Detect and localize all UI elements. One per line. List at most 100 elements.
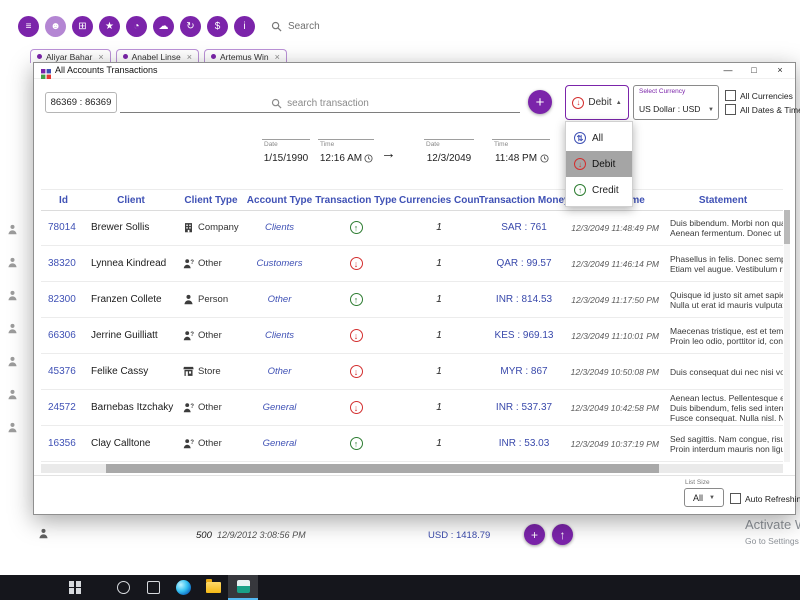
cell-client: Franzen Collete [91, 294, 162, 305]
cell-client-type: ? Other [176, 330, 246, 341]
menu-button[interactable]: ≡ [18, 15, 39, 37]
apps-button[interactable]: ⊞ [72, 15, 93, 37]
table-vertical-scrollbar[interactable] [784, 210, 790, 462]
list-size-value: All [693, 492, 704, 503]
tab-dot-icon [211, 54, 216, 59]
cell-transaction-money: INR : 537.37 [495, 402, 553, 413]
taskbar-start-icon[interactable] [60, 575, 90, 600]
tab-close-icon[interactable]: × [275, 52, 280, 62]
transaction-type-filter-button[interactable]: ↓ Debit ▲ [565, 85, 629, 120]
taskbar-task-view-icon[interactable] [138, 575, 168, 600]
scrollbar-thumb[interactable] [784, 210, 790, 244]
info-button[interactable]: i [234, 15, 255, 37]
cell-id[interactable]: 24572 [41, 402, 86, 413]
taskbar-file-explorer-icon[interactable] [198, 575, 228, 600]
background-money: USD : 1418.79 [428, 530, 491, 541]
maximize-button[interactable]: □ [741, 63, 767, 78]
tab-artemus-win[interactable]: Artemus Win × [204, 49, 287, 63]
contacts-button[interactable]: ☻ [45, 15, 66, 37]
cell-id[interactable]: 82300 [41, 294, 86, 305]
reports-button[interactable]: ◔ [126, 15, 147, 37]
dialog-titlebar: All Accounts Transactions — □ × [34, 63, 795, 79]
all-dates-checkbox[interactable]: All Dates & Times [725, 104, 800, 115]
cell-id[interactable]: 16356 [41, 438, 86, 449]
tab-aliyar-bahar[interactable]: Aliyar Bahar × [30, 49, 111, 63]
cell-transaction-type: ↑ [313, 221, 399, 234]
cell-statement: Aenean lectus. Pellentesque ege Duis bibe… [670, 392, 783, 423]
transaction-row[interactable]: 78014 Brewer Sollis Company Clients ↑ 1 SAR : … [41, 210, 783, 246]
transaction-row[interactable]: 38320 Lynnea Kindread ? Other Customers ↓ 1 QAR… [41, 246, 783, 282]
to-time-field[interactable]: Time 11:48 PM [492, 139, 550, 168]
cell-client-type: Person [176, 294, 246, 305]
all-currencies-checkbox[interactable]: All Currencies [725, 90, 793, 101]
background-left-strip [7, 222, 33, 433]
currency-select[interactable]: Select Currency US Dollar : USD ▼ [633, 85, 719, 120]
add-transaction-button[interactable]: + [528, 90, 552, 114]
close-button[interactable]: × [767, 63, 793, 78]
cell-client-type: ? Other [176, 438, 246, 449]
from-date-field[interactable]: Date 1/15/1990 [262, 139, 310, 168]
cell-id[interactable]: 38320 [41, 258, 86, 269]
cell-transaction-money: QAR : 99.57 [496, 258, 552, 269]
menu-item-all[interactable]: ⇅ All [566, 125, 632, 151]
menu-item-debit[interactable]: ↓ Debit [566, 151, 632, 177]
transaction-row[interactable]: 66306 Jerrine Guilliatt ? Other Clients ↓ 1 KES… [41, 318, 783, 354]
transaction-row[interactable]: 24572 Barnebas Itzchaky? Other General ↓ 1 INR… [41, 390, 783, 426]
chevron-down-icon: ▼ [709, 494, 715, 501]
favorites-button[interactable]: ★ [99, 15, 120, 37]
background-scroll-top-button[interactable]: ↑ [552, 524, 573, 545]
app-search-input[interactable]: Search [271, 21, 320, 32]
header-client[interactable]: Client [86, 195, 176, 206]
cell-transaction-type: ↑ [313, 437, 399, 450]
store-icon [183, 366, 194, 377]
cell-currencies-count: 1 [436, 438, 442, 449]
from-time-field[interactable]: Time 12:16 AM [318, 139, 374, 168]
tab-close-icon[interactable]: × [98, 52, 103, 62]
svg-text:?: ? [190, 332, 194, 338]
sync-button[interactable]: ↻ [180, 15, 201, 37]
menu-item-credit[interactable]: ↑ Credit [566, 177, 632, 203]
cloud-button[interactable]: ☁ [153, 15, 174, 37]
to-date-field[interactable]: Date 12/3/2049 [424, 139, 474, 168]
currency-select-value: US Dollar : USD [639, 104, 701, 114]
taskbar-app-icon[interactable] [228, 575, 258, 600]
from-time-label: Time [320, 141, 335, 148]
background-add-button[interactable]: + [524, 524, 545, 545]
taskbar-search-icon[interactable] [108, 575, 138, 600]
tab-dot-icon [122, 54, 128, 59]
tab-anabel-linse[interactable]: Anabel Linse × [115, 49, 199, 63]
other-icon: ? [183, 330, 194, 341]
auto-refresh-checkbox[interactable]: Auto Refreshing [730, 493, 800, 504]
transaction-row[interactable]: 82300 Franzen Collete Person Other ↑ 1 INR : 8… [41, 282, 783, 318]
cell-id[interactable]: 45376 [41, 366, 86, 377]
scrollbar-thumb[interactable] [106, 464, 659, 473]
payments-button[interactable]: $ [207, 15, 228, 37]
header-transaction-type[interactable]: Transaction Type [313, 195, 399, 206]
cell-id[interactable]: 66306 [41, 330, 86, 341]
transaction-search-input[interactable]: search transaction [120, 95, 520, 113]
transaction-row[interactable]: 16356 Clay Calltone ? Other General ↑ 1 INR : 5… [41, 426, 783, 462]
search-icon [271, 21, 282, 32]
header-currencies-count[interactable]: Currencies Count [399, 195, 479, 206]
taskbar-edge-icon[interactable] [168, 575, 198, 600]
credit-icon: ↑ [349, 437, 363, 450]
minimize-button[interactable]: — [715, 63, 741, 78]
cell-client-type: Store [176, 366, 246, 377]
transaction-row[interactable]: 45376 Felike Cassy Store Other ↓ 1 MYR : 867 12… [41, 354, 783, 390]
table-horizontal-scrollbar[interactable] [41, 464, 783, 473]
header-id[interactable]: Id [41, 195, 86, 206]
cell-statement: Sed sagittis. Nam congue, risus Proin int… [670, 433, 783, 454]
cell-client-type: ? Other [176, 258, 246, 269]
menu-item-label: Credit [592, 184, 619, 196]
header-client-type[interactable]: Client Type [176, 195, 246, 206]
taskbar [0, 575, 800, 600]
cell-id[interactable]: 78014 [41, 222, 86, 233]
header-statement[interactable]: Statement [663, 195, 783, 206]
cell-statement: Duis consequat dui nec nisi volu... [670, 366, 783, 377]
currency-select-label: Select Currency [639, 88, 686, 95]
list-size-select[interactable]: All ▼ [684, 488, 724, 507]
cell-client: Lynnea Kindread [91, 258, 167, 269]
header-account-type[interactable]: Account Type [246, 195, 313, 206]
tab-close-icon[interactable]: × [187, 52, 192, 62]
header-transaction-money[interactable]: Transaction Money [479, 195, 569, 206]
